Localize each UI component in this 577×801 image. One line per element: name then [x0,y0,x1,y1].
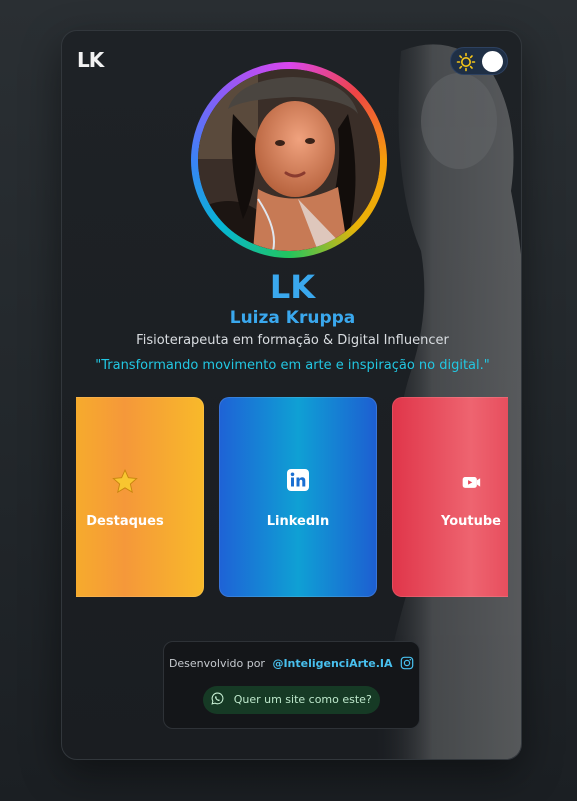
link-card-label: Youtube [441,514,501,529]
linkedin-icon [287,469,309,491]
avatar [198,69,380,251]
developer-credit: Desenvolvido por @InteligenciArte.IA [164,656,419,670]
sun-icon [456,52,476,72]
link-card-label: LinkedIn [266,514,330,529]
developer-label: Desenvolvido por [168,657,265,670]
cta-label: Quer um site como este? [233,693,372,706]
profile-quote: "Transformando movimento em arte e inspi… [95,358,490,373]
developer-handle-link[interactable]: @InteligenciArte.IA [272,657,392,670]
theme-toggle[interactable] [450,47,508,75]
profile-name: Luiza Kruppa [229,308,356,328]
link-card-label: Destaques [86,514,164,529]
link-card-destaques[interactable]: Destaques [76,397,204,597]
link-card-youtube[interactable]: Youtube [392,397,508,597]
profile-card: LK LK Luiza Kruppa Fisioterapeuta em for… [61,30,522,760]
footer-panel: Desenvolvido por @InteligenciArte.IA Que… [163,641,420,729]
profile-photo [198,69,380,251]
toggle-knob [482,51,503,72]
profile-monogram: LK [269,268,316,306]
youtube-icon [462,477,481,488]
link-card-linkedin[interactable]: LinkedIn [219,397,377,597]
whatsapp-cta-button[interactable]: Quer um site como este? [203,686,380,714]
links-carousel[interactable]: Destaques LinkedIn Youtube [76,397,508,599]
profile-role: Fisioterapeuta em formação & Digital Inf… [136,333,449,348]
whatsapp-icon [211,692,224,705]
star-icon [112,468,138,494]
avatar-ring [191,62,387,258]
brand-logo[interactable]: LK [77,48,104,72]
instagram-icon[interactable] [400,656,414,670]
